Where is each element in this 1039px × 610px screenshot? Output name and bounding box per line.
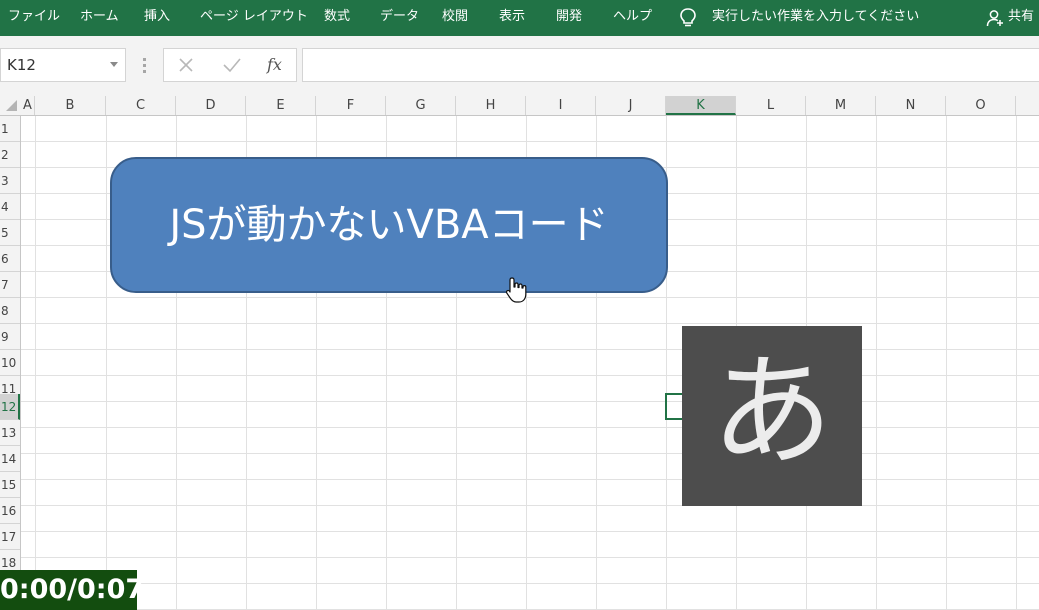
row-header-15[interactable]: 15 [0, 472, 20, 498]
grid-row-line [21, 453, 1039, 454]
column-header-c[interactable]: C [106, 96, 176, 115]
tell-me-search[interactable]: 実行したい作業を入力してください [712, 0, 919, 36]
macro-shape-label: JSが動かないVBAコード [169, 202, 609, 248]
tab-file[interactable]: ファイル [8, 0, 60, 36]
grid-column-line [946, 116, 947, 610]
column-header-d[interactable]: D [176, 96, 246, 115]
grid-row-line [21, 583, 1039, 584]
share-button[interactable]: 共有 [1008, 0, 1034, 36]
formula-buttons: fx [163, 48, 297, 82]
column-header-f[interactable]: F [316, 96, 386, 115]
formula-bar: K12 fx [0, 36, 1039, 96]
checkmark-icon[interactable] [214, 49, 250, 81]
image-box[interactable]: あ [682, 326, 862, 506]
grid-row-line [21, 401, 1039, 402]
column-header-o[interactable]: O [946, 96, 1016, 115]
row-header-16[interactable]: 16 [0, 498, 20, 524]
column-header-j[interactable]: J [596, 96, 666, 115]
column-header-g[interactable]: G [386, 96, 456, 115]
row-header-5[interactable]: 5 [0, 220, 20, 246]
row-header-4[interactable]: 4 [0, 194, 20, 220]
grid-column-line [106, 116, 107, 610]
column-header-b[interactable]: B [35, 96, 106, 115]
tab-insert[interactable]: 挿入 [144, 0, 170, 36]
excel-window: ファイル ホーム 挿入 ページ レイアウト 数式 データ 校閲 表示 開発 ヘル… [0, 0, 1039, 610]
row-header-3[interactable]: 3 [0, 168, 20, 194]
grid-row-line [21, 349, 1039, 350]
tab-review[interactable]: 校閲 [442, 0, 468, 36]
grid-row-line [21, 323, 1039, 324]
grid-row-line [21, 297, 1039, 298]
column-header-n[interactable]: N [876, 96, 946, 115]
grid-row-line [21, 479, 1039, 480]
insert-function-icon[interactable]: fx [258, 49, 294, 81]
share-person-icon[interactable] [986, 9, 1004, 27]
row-header-10[interactable]: 10 [0, 350, 20, 376]
row-header-14[interactable]: 14 [0, 446, 20, 472]
macro-shape-button[interactable]: JSが動かないVBAコード [110, 157, 668, 293]
grid-column-line [876, 116, 877, 610]
grid-column-line [35, 116, 36, 610]
column-header-i[interactable]: I [526, 96, 596, 115]
tab-help[interactable]: ヘルプ [613, 0, 652, 36]
tab-page-layout[interactable]: ページ レイアウト [200, 0, 308, 36]
cancel-icon[interactable] [168, 49, 204, 81]
name-box-value: K12 [7, 56, 36, 74]
name-box[interactable]: K12 [0, 48, 126, 82]
image-box-character: あ [711, 341, 833, 483]
column-header-h[interactable]: H [456, 96, 526, 115]
tab-developer[interactable]: 開発 [556, 0, 582, 36]
row-header-12[interactable]: 12 [0, 394, 20, 420]
grid-column-line [1016, 116, 1017, 610]
formula-input[interactable] [302, 48, 1039, 82]
row-header-2[interactable]: 2 [0, 142, 20, 168]
grid-row-line [21, 427, 1039, 428]
grid-row-line [21, 141, 1039, 142]
grid-row-line [21, 375, 1039, 376]
tab-data[interactable]: データ [380, 0, 419, 36]
column-headers: A B C D E F G H I J K L M N O [0, 96, 1039, 116]
hand-cursor-icon [505, 277, 527, 303]
row-header-7[interactable]: 7 [0, 272, 20, 298]
column-header-k[interactable]: K [666, 96, 736, 115]
row-header-6[interactable]: 6 [0, 246, 20, 272]
ribbon-tab-bar: ファイル ホーム 挿入 ページ レイアウト 数式 データ 校閲 表示 開発 ヘル… [0, 0, 1039, 36]
lightbulb-icon[interactable] [678, 7, 698, 29]
column-header-a[interactable]: A [21, 96, 35, 115]
function-label: fx [266, 55, 282, 74]
row-header-13[interactable]: 13 [0, 420, 20, 446]
grid-row-line [21, 531, 1039, 532]
grid-row-line [21, 557, 1039, 558]
chevron-down-icon[interactable] [110, 62, 118, 67]
tab-home[interactable]: ホーム [80, 0, 119, 36]
tab-formulas[interactable]: 数式 [324, 0, 350, 36]
column-header-l[interactable]: L [736, 96, 806, 115]
row-header-1[interactable]: 1 [0, 116, 20, 142]
tab-view[interactable]: 表示 [499, 0, 525, 36]
grid-row-line [21, 505, 1039, 506]
video-timer: 0:00/0:07 [0, 570, 144, 610]
column-header-m[interactable]: M [806, 96, 876, 115]
column-header-p[interactable] [1016, 96, 1039, 115]
row-headers: 1 2 3 4 5 6 7 8 9 10 11 12 13 14 15 16 1… [0, 116, 21, 610]
row-header-17[interactable]: 17 [0, 524, 20, 550]
select-all-corner[interactable] [0, 96, 21, 115]
row-header-8[interactable]: 8 [0, 298, 20, 324]
column-header-e[interactable]: E [246, 96, 316, 115]
grip-icon[interactable] [143, 58, 146, 74]
row-header-9[interactable]: 9 [0, 324, 20, 350]
